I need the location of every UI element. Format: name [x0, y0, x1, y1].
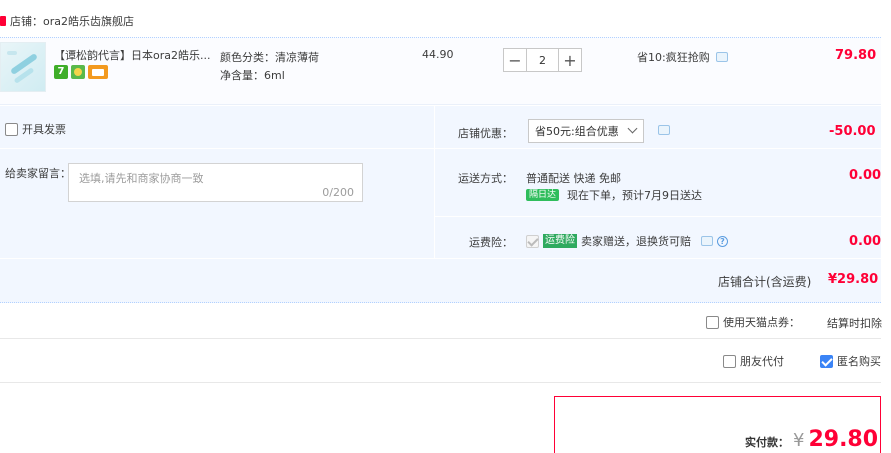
friend-pay-checkbox[interactable] — [723, 354, 736, 368]
payment-summary-box: 实付款： ¥ 29.80 — [554, 396, 881, 453]
insurance-label: 运费险： — [469, 236, 513, 249]
insurance-amount: 0.00 — [849, 234, 882, 249]
insurance-checkbox — [526, 234, 539, 248]
shipping-amount: 0.00 — [849, 168, 882, 183]
spec-color: 颜色分类：清凉薄荷 — [220, 51, 319, 64]
decrease-button[interactable]: − — [503, 48, 527, 72]
panel-divider — [435, 148, 881, 149]
shipping-method: 普通配送 快递 免邮 — [526, 172, 621, 185]
help-icon[interactable]: ? — [717, 235, 728, 247]
divider — [0, 338, 881, 339]
insurance-tag: 运费险 — [543, 234, 577, 248]
card-payment-icon — [88, 65, 108, 79]
increase-button[interactable]: + — [558, 48, 582, 72]
shipping-eta: 隔日达 现在下单，预计7月9日送达 — [526, 187, 702, 203]
panel-divider — [435, 216, 881, 217]
spec-volume: 净含量：6ml — [220, 69, 285, 82]
invoice-checkbox[interactable] — [5, 122, 18, 136]
divider — [0, 382, 881, 383]
shipping-eta-text: 现在下单，预计7月9日送达 — [567, 189, 703, 202]
next-day-tag: 隔日达 — [526, 189, 560, 201]
promo-label: 省10:疯狂抢购 — [637, 51, 710, 64]
chat-icon[interactable] — [701, 236, 713, 246]
quantity-stepper: − + — [503, 48, 582, 72]
points-label: 使用天猫点券： — [723, 316, 800, 329]
insurance-desc: 卖家赠送，退换货可赔 — [581, 235, 691, 248]
shipping-label: 运送方式： — [458, 172, 513, 185]
discount-label: 店铺优惠： — [458, 127, 513, 140]
quantity-input[interactable] — [527, 48, 558, 72]
discount-select[interactable]: 省50元:组合优惠 — [528, 119, 644, 143]
message-placeholder: 选填,请先和商家协商一致 — [79, 172, 204, 185]
points-option[interactable]: 使用天猫点券： — [706, 314, 800, 330]
discount-amount: -50.00 — [829, 124, 876, 139]
insurance-option: 运费险 卖家赠送，退换货可赔 ? — [526, 233, 728, 249]
shop-header: 店铺：ora2皓乐齿旗舰店 — [0, 12, 134, 30]
currency-symbol: ¥ — [793, 430, 805, 451]
item-promo: 省10:疯狂抢购 — [637, 49, 728, 65]
payment-amount: 29.80 — [808, 427, 879, 452]
message-textarea[interactable]: 选填,请先和商家协商一致 0/200 — [68, 163, 363, 202]
invoice-option[interactable]: 开具发票 — [5, 121, 66, 137]
item-subtotal: 79.80 — [835, 48, 877, 63]
invoice-label: 开具发票 — [22, 123, 66, 136]
seven-day-return-icon: 7 — [54, 65, 68, 79]
message-counter: 0/200 — [322, 186, 354, 199]
shop-icon — [0, 16, 6, 26]
product-title[interactable]: 【谭松韵代言】日本ora2皓乐... — [54, 47, 210, 63]
anonymous-label: 匿名购买 — [837, 355, 881, 368]
service-badges: 7 — [54, 65, 111, 79]
anonymous-option[interactable]: 匿名购买 — [820, 353, 881, 369]
friend-pay-option[interactable]: 朋友代付 — [723, 353, 784, 369]
shop-name[interactable]: 店铺：ora2皓乐齿旗舰店 — [10, 13, 134, 29]
shop-total-label: 店铺合计(含运费) — [718, 275, 812, 289]
anonymous-checkbox[interactable] — [820, 354, 833, 368]
chevron-down-icon — [627, 123, 638, 134]
message-label: 给卖家留言： — [5, 167, 71, 180]
points-note: 结算时扣除 — [827, 317, 882, 330]
points-checkbox[interactable] — [706, 315, 719, 329]
chat-icon[interactable] — [658, 125, 670, 135]
panel-divider — [0, 148, 434, 149]
payment-line: 实付款： ¥ 29.80 — [745, 427, 878, 452]
guarantee-icon — [71, 65, 85, 79]
unit-price: 44.90 — [422, 48, 454, 61]
shop-total-amount: ¥29.80 — [828, 272, 879, 287]
friend-pay-label: 朋友代付 — [740, 355, 784, 368]
discount-selected: 省50元:组合优惠 — [535, 125, 619, 138]
panel-divider — [0, 258, 881, 259]
panel-divider — [434, 106, 435, 258]
payment-label: 实付款： — [745, 436, 789, 449]
chat-icon[interactable] — [715, 52, 728, 62]
product-thumbnail[interactable] — [0, 42, 46, 92]
